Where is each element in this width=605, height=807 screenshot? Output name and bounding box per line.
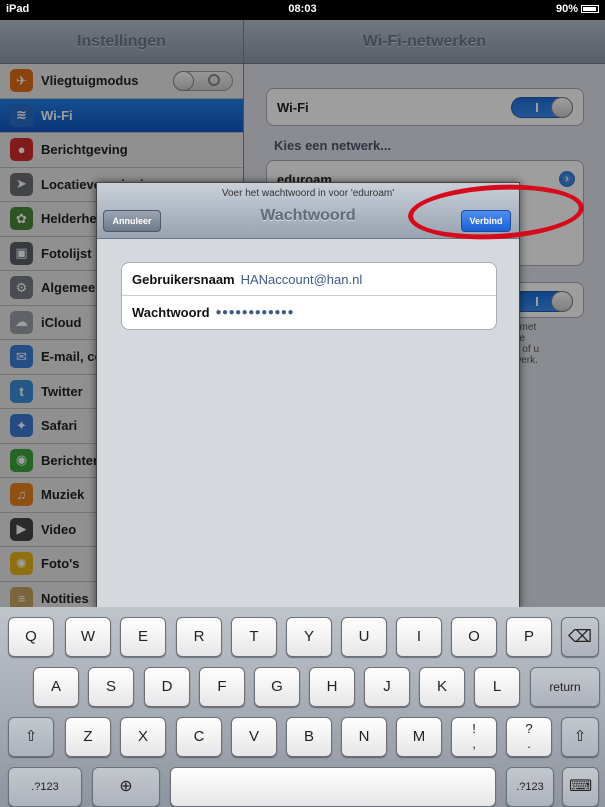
key-m[interactable]: M (396, 717, 442, 757)
key-e[interactable]: E (120, 617, 166, 657)
clock: 08:03 (288, 3, 317, 15)
key-q[interactable]: Q (8, 617, 54, 657)
battery-percentage: 90% (555, 3, 578, 15)
hide-keyboard-icon[interactable]: ⌨ (562, 767, 599, 807)
key-c[interactable]: C (176, 717, 222, 757)
key-s[interactable]: S (88, 667, 134, 707)
key-u[interactable]: U (341, 617, 387, 657)
username-value[interactable]: HANaccount@han.nl (241, 272, 363, 287)
key-w[interactable]: W (65, 617, 111, 657)
key-x[interactable]: X (120, 717, 166, 757)
username-field[interactable]: Gebruikersnaam HANaccount@han.nl (122, 263, 496, 296)
username-label: Gebruikersnaam (132, 271, 235, 287)
key-i[interactable]: I (396, 617, 442, 657)
key-y[interactable]: Y (286, 617, 332, 657)
key-h[interactable]: H (309, 667, 355, 707)
cancel-button[interactable]: Annuleer (103, 210, 161, 232)
numbers-key-right[interactable]: .?123 (506, 767, 554, 807)
key-n[interactable]: N (341, 717, 387, 757)
status-bar: iPad 08:03 90% (0, 0, 605, 20)
key-p[interactable]: P (506, 617, 552, 657)
numbers-key-left[interactable]: .?123 (8, 767, 82, 807)
key-r[interactable]: R (176, 617, 222, 657)
onscreen-keyboard: Q W E R T Y U I O P ⌫ A S D F G H J K L … (0, 607, 605, 807)
key-l[interactable]: L (474, 667, 520, 707)
backspace-icon[interactable]: ⌫ (561, 617, 599, 657)
key-t[interactable]: T (231, 617, 277, 657)
shift-right-icon[interactable]: ⇧ (561, 717, 599, 757)
key-a[interactable]: A (33, 667, 79, 707)
key-exclamation-comma[interactable]: ! , (451, 717, 497, 757)
key-z[interactable]: Z (65, 717, 111, 757)
password-value[interactable]: ●●●●●●●●●●●● (216, 307, 294, 318)
globe-icon[interactable]: ⊕ (92, 767, 160, 807)
key-question-period[interactable]: ? . (506, 717, 552, 757)
key-f[interactable]: F (199, 667, 245, 707)
password-field[interactable]: Wachtwoord ●●●●●●●●●●●● (122, 296, 496, 329)
credentials-form: Gebruikersnaam HANaccount@han.nl Wachtwo… (121, 262, 497, 330)
key-v[interactable]: V (231, 717, 277, 757)
password-label: Wachtwoord (132, 305, 210, 320)
battery-indicator: 90% (556, 3, 599, 15)
key-o[interactable]: O (451, 617, 497, 657)
space-bar[interactable] (170, 767, 496, 807)
key-d[interactable]: D (144, 667, 190, 707)
shift-left-icon[interactable]: ⇧ (8, 717, 54, 757)
return-key[interactable]: return (530, 667, 600, 707)
key-b[interactable]: B (286, 717, 332, 757)
password-modal: Voer het wachtwoord in voor 'eduroam' Wa… (96, 182, 520, 610)
key-k[interactable]: K (419, 667, 465, 707)
key-g[interactable]: G (254, 667, 300, 707)
key-j[interactable]: J (364, 667, 410, 707)
battery-icon (581, 5, 599, 13)
